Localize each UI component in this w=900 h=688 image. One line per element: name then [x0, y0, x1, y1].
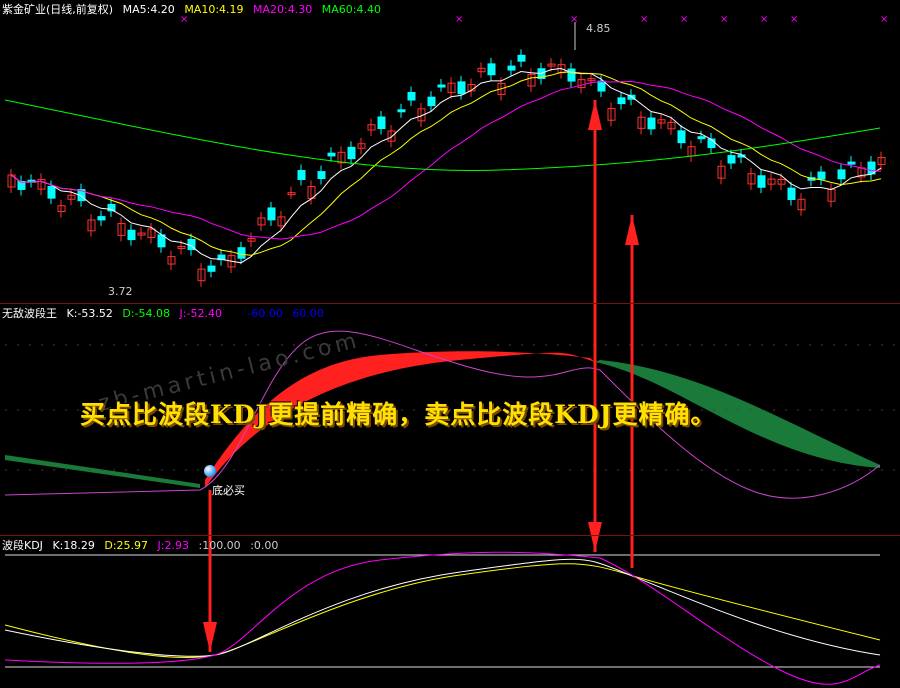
candle-body: [317, 171, 326, 180]
kdj-panel-title[interactable]: 波段KDJ: [2, 539, 43, 552]
ma5-value: MA5:4.20: [122, 3, 175, 16]
candle-body: [677, 130, 686, 144]
candle-body: [787, 187, 796, 200]
ma20-value: MA20:4.30: [253, 3, 313, 16]
candle-body: [517, 54, 526, 62]
wave-panel-title[interactable]: 无敌波段王: [2, 307, 57, 320]
wave-level-2: 60.00: [292, 307, 324, 320]
panel-divider-2: [0, 535, 900, 536]
candle-body: [837, 169, 846, 180]
stock-name[interactable]: 紫金矿业(日线,前复权): [2, 3, 113, 16]
candle-body: [597, 80, 606, 92]
candle-body: [617, 97, 626, 105]
candle-body: [97, 216, 106, 221]
buy-arrow-head: [203, 622, 217, 652]
kdj-lines: [4, 551, 881, 685]
candle-body: [847, 161, 856, 165]
wave-band-green-left: [5, 455, 200, 488]
candle-body: [757, 175, 766, 188]
candle-body: [817, 171, 826, 180]
chart-canvas: × × × × × × × × ×: [4, 14, 895, 685]
high-price-label: 4.85: [586, 22, 611, 35]
panel-divider-1: [0, 303, 900, 304]
wave-j-value: J:-52.40: [179, 307, 222, 320]
wave-k-value: K:-53.52: [66, 307, 113, 320]
candle-body: [437, 84, 446, 88]
candle-body: [347, 146, 356, 160]
kdj-j-line: [4, 551, 881, 685]
banner-text: 买点比波段KDJ更提前精确，卖点比波段KDJ更精确。: [80, 400, 717, 429]
kdj-j-value: J:2.93: [157, 539, 189, 552]
main-panel-header: 紫金矿业(日线,前复权) MA5:4.20 MA10:4.19 MA20:4.3…: [2, 3, 387, 17]
candle-body: [267, 207, 276, 221]
candle-body: [507, 65, 516, 71]
top-marker: ×: [760, 14, 768, 25]
candle-body: [297, 170, 306, 180]
moving-average-lines: [4, 22, 882, 264]
top-marker: ×: [680, 14, 688, 25]
top-marker: ×: [640, 14, 648, 25]
candle-body: [567, 68, 576, 82]
candle-body: [647, 117, 656, 130]
wave-d-value: D:-54.08: [122, 307, 171, 320]
candle-body: [427, 96, 436, 107]
kdj-k-value: K:18.29: [52, 539, 95, 552]
candle-body: [727, 155, 736, 164]
kdj-panel-header: 波段KDJ K:18.29 D:25.97 J:2.93 :100.00 :0.…: [2, 539, 284, 553]
candle-body: [457, 81, 466, 95]
ma10-value: MA10:4.19: [184, 3, 244, 16]
ma20-line: [10, 80, 882, 240]
top-marker: ×: [790, 14, 798, 25]
candle-body: [407, 91, 416, 101]
kdj-sell-arrow-head: [625, 215, 639, 245]
candle-body: [397, 109, 406, 113]
buy-signal-dot-icon: [204, 465, 216, 477]
kdj-d-value: D:25.97: [104, 539, 149, 552]
candle-body: [47, 185, 56, 199]
signal-arrows: [203, 100, 639, 652]
candle-body: [327, 152, 336, 157]
top-marker: ×: [720, 14, 728, 25]
kdj-d-line: [4, 563, 881, 658]
wave-level-1: -60.00: [247, 307, 283, 320]
candle-body: [127, 229, 136, 241]
top-marker: ×: [570, 14, 578, 25]
kdj-level-1: :100.00: [198, 539, 241, 552]
wave-panel-header: 无敌波段王 K:-53.52 D:-54.08 J:-52.40 -60.00 …: [2, 307, 330, 321]
ma60-value: MA60:4.40: [321, 3, 381, 16]
kdj-k-line: [4, 558, 881, 657]
candle-body: [207, 265, 216, 272]
candle-body: [377, 116, 386, 130]
low-price-label: 3.72: [108, 285, 133, 298]
candle-body: [487, 63, 496, 76]
top-marker: ×: [880, 14, 888, 25]
kdj-level-2: :0.00: [250, 539, 279, 552]
buy-signal-label: 底必买: [212, 484, 245, 497]
sell-arrow-up-head: [588, 100, 602, 130]
candle-body: [237, 247, 246, 259]
candlestick-series: × × × × × × × × ×: [7, 14, 888, 287]
candle-body: [697, 136, 706, 140]
top-marker: ×: [455, 14, 463, 25]
